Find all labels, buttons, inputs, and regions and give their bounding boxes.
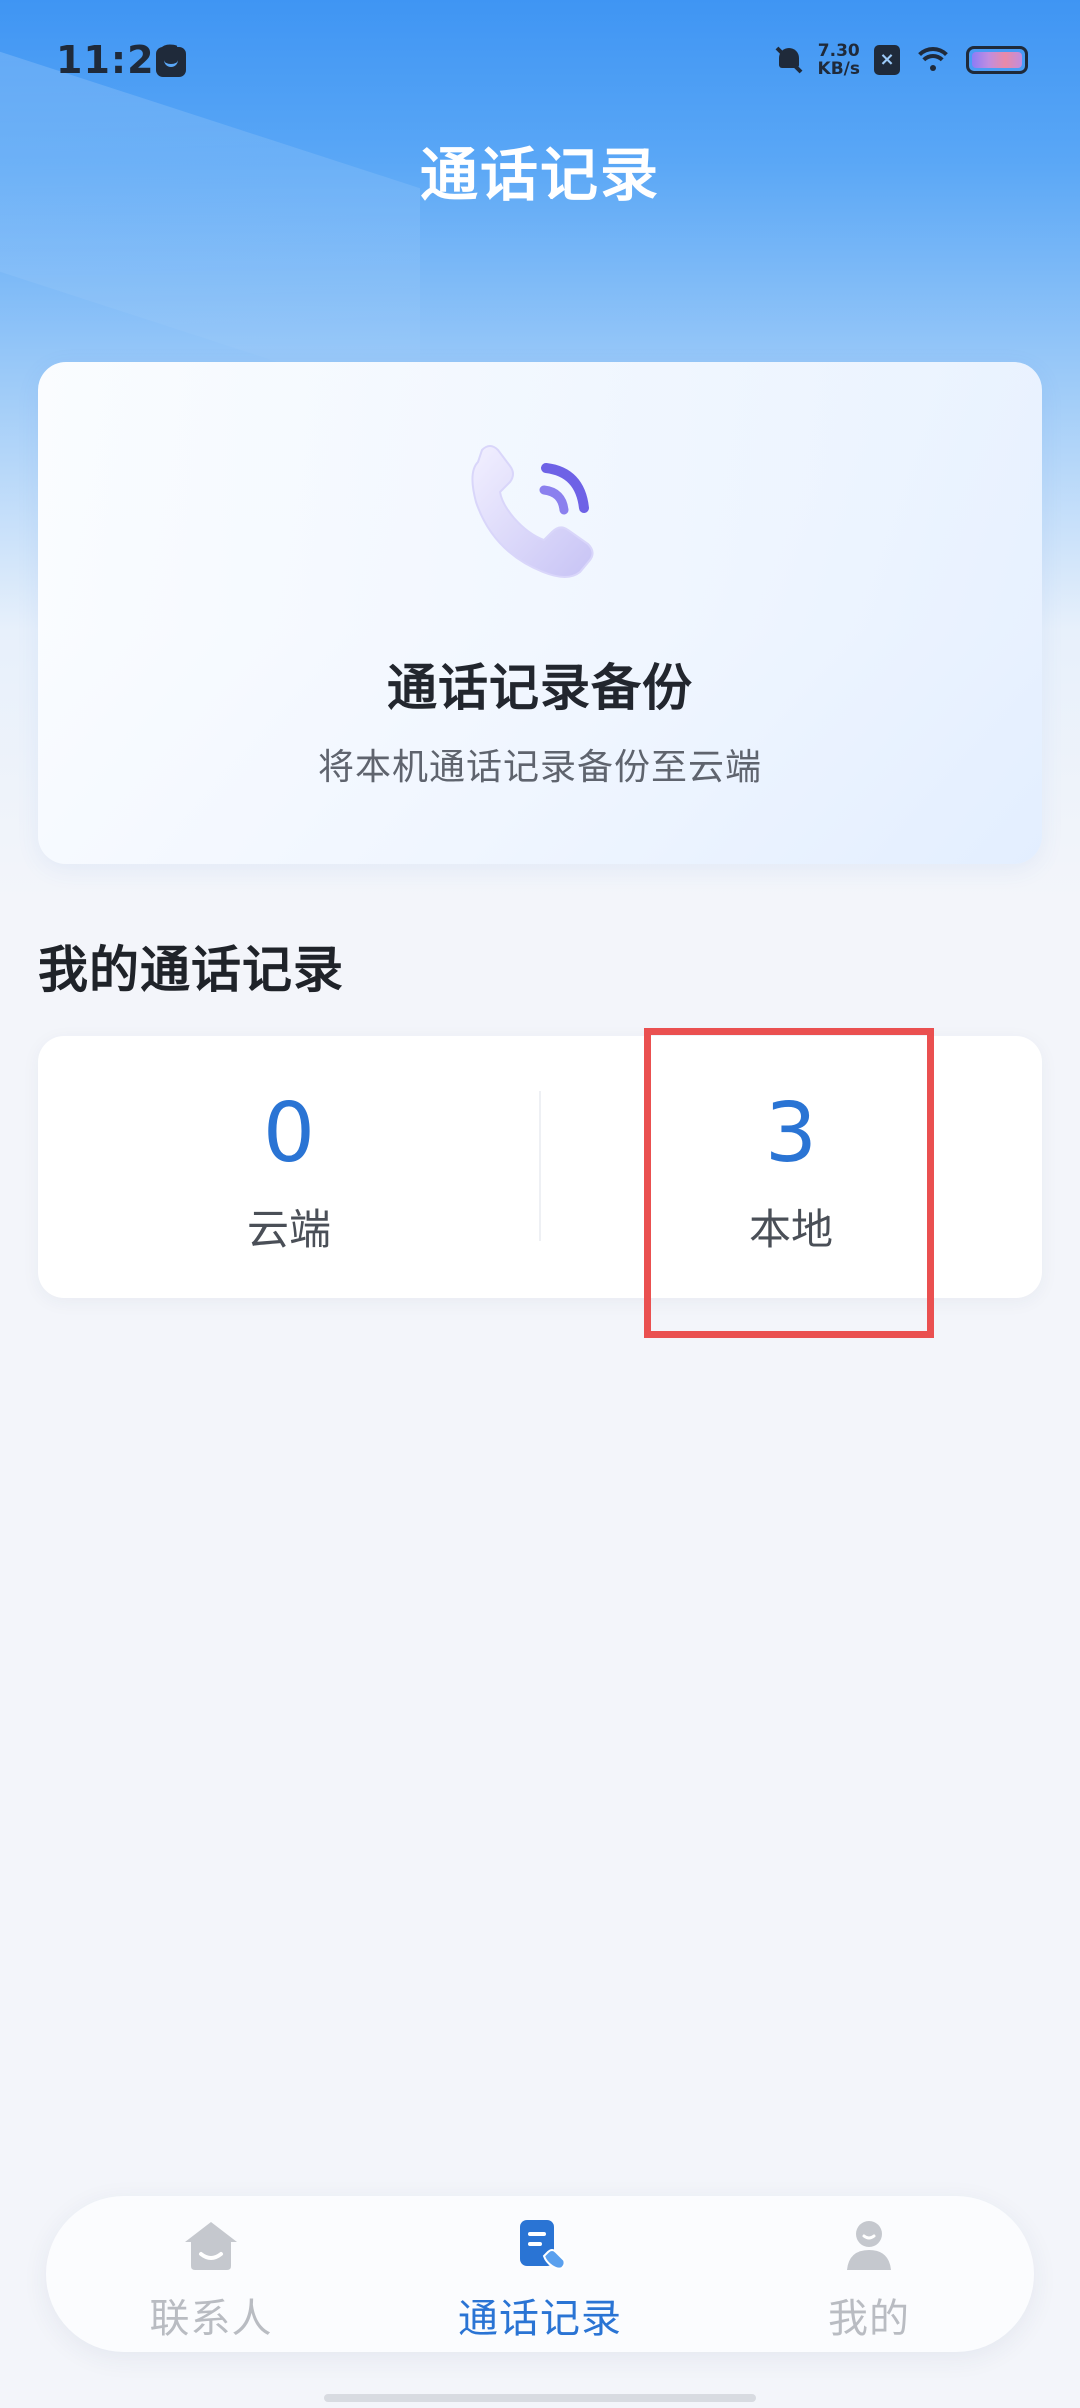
highlight-annotation-box (644, 1028, 934, 1338)
message-notification-icon (156, 47, 186, 77)
network-speed: 7.30 KB/s (818, 42, 860, 78)
profile-icon (847, 2221, 891, 2270)
cloud-count: 0 (262, 1086, 316, 1181)
page-title: 通话记录 (419, 141, 660, 209)
tab-call-log[interactable]: 通话记录 (375, 2196, 705, 2352)
bottom-tab-bar: 联系人 通话记录 我的 (46, 2196, 1034, 2352)
tab-mine-label: 我的 (828, 2296, 910, 2342)
tab-mine[interactable]: 我的 (704, 2196, 1034, 2352)
network-speed-value: 7.30 (817, 41, 860, 61)
contacts-home-icon (185, 2222, 237, 2270)
call-log-backup-card[interactable]: 通话记录备份 将本机通话记录备份至云端 (38, 362, 1042, 864)
my-call-records-title: 我的通话记录 (38, 941, 344, 999)
phone-call-icon (471, 445, 594, 578)
mute-bell-icon (774, 45, 804, 75)
battery-icon (966, 46, 1028, 74)
call-log-icon (520, 2220, 566, 2270)
network-speed-unit: KB/s (817, 59, 860, 79)
status-icons: 7.30 KB/s × (774, 42, 1028, 78)
status-bar: 11:26 7.30 KB/s × (0, 0, 1080, 128)
wifi-icon (912, 45, 954, 75)
tab-call-log-label: 通话记录 (458, 2296, 622, 2342)
backup-card-subtitle: 将本机通话记录备份至云端 (317, 747, 762, 788)
tab-contacts-label: 联系人 (149, 2296, 273, 2342)
backup-card-title: 通话记录备份 (387, 659, 693, 717)
no-sim-icon: × (874, 45, 900, 75)
tab-contacts[interactable]: 联系人 (46, 2196, 376, 2352)
home-indicator[interactable] (324, 2394, 756, 2402)
cloud-records[interactable]: 0 云端 (38, 1036, 540, 1298)
cloud-label: 云端 (246, 1205, 331, 1254)
